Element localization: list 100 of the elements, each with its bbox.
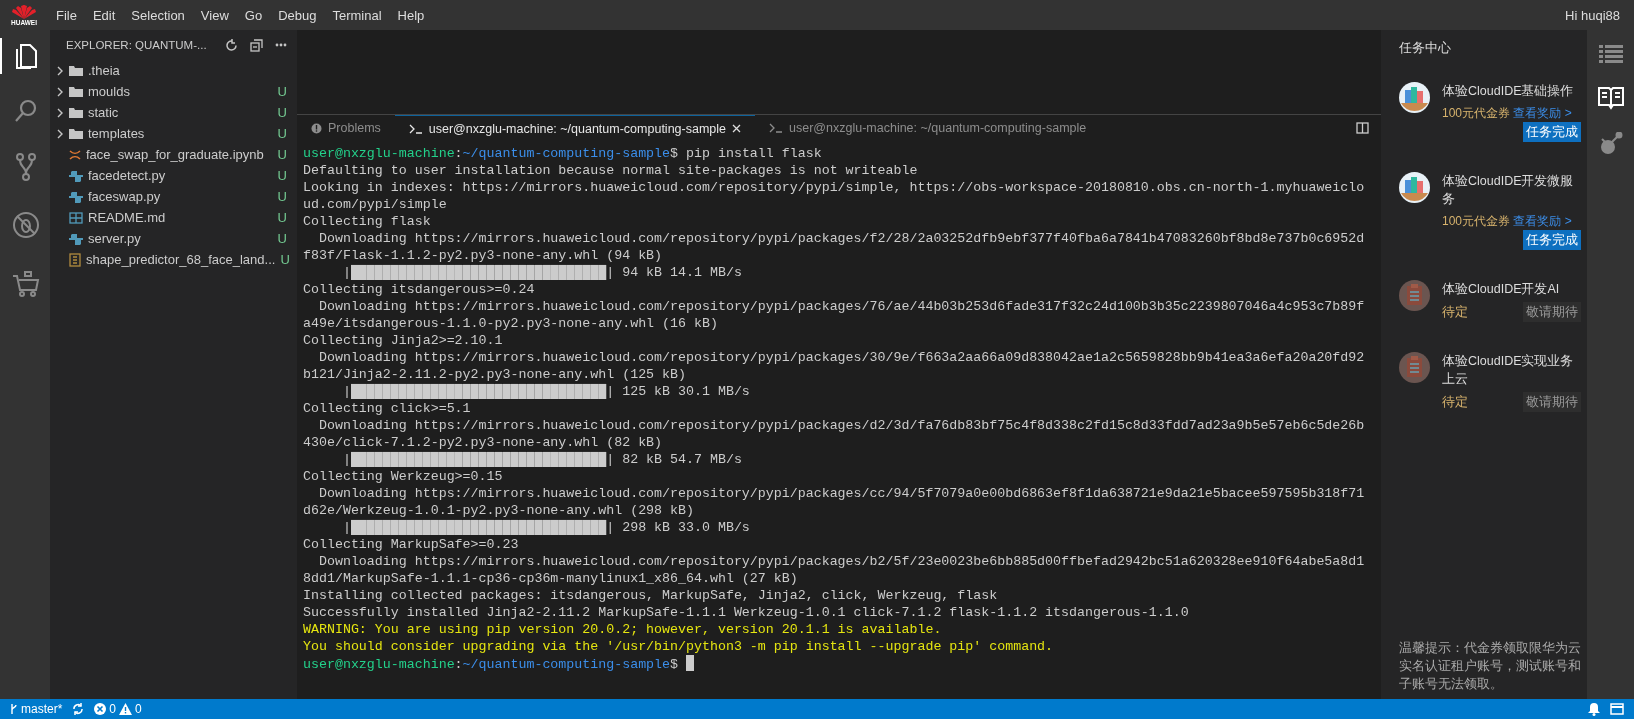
close-icon[interactable]: [732, 124, 741, 133]
terminal-line: Collecting MarkupSafe>=0.23: [303, 536, 520, 553]
view-reward-link[interactable]: 查看奖励 >: [1513, 214, 1572, 228]
terminal-line: f83f/Flask-1.1.2-py2.py3-none-any.whl (94 kB): [303, 247, 664, 264]
menu-item[interactable]: Edit: [84, 7, 124, 23]
terminal-line: Looking in indexes: https://mirrors.huaweicloud.com/repository/pypi/simple, https://obs-workspace-20180810.obs.cn-north-1.myhuaweiclo: [303, 179, 1366, 196]
menu-item[interactable]: Selection: [123, 7, 193, 23]
view-reward-link[interactable]: 查看奖励 >: [1513, 106, 1572, 120]
refresh-icon[interactable]: [225, 38, 238, 52]
tree-item[interactable]: README.md U: [50, 207, 297, 228]
panel-tab[interactable]: Problems: [297, 115, 395, 141]
folder-icon: [69, 65, 83, 76]
split-icon[interactable]: [1356, 122, 1369, 134]
terminal-icon: [769, 123, 783, 133]
task-title: 体验CloudIDE开发微服务: [1442, 173, 1575, 208]
terminal-line: user@nxzglu-machine:~/quantum-computing-sample$: [303, 655, 1375, 672]
reward-text: 100元代金券: [1442, 106, 1511, 120]
tree-item[interactable]: facedetect.py U: [50, 165, 297, 186]
notebook-icon: [69, 147, 81, 162]
terminal-line: user@nxzglu-machine:~/quantum-computing-sample$ pip install flask: [303, 145, 823, 162]
terminal-line: |████████████████████████████████| 298 kB 33.0 MB/s: [341, 519, 751, 536]
branch-status[interactable]: master*: [10, 702, 63, 716]
terminal-line: ud.com/pypi/simple: [303, 196, 448, 213]
status-text: 待定: [1442, 394, 1468, 411]
terminal-line: Downloading https://mirrors.huaweicloud.com/repository/pypi/packages/b2/5f/23e0023be6bb885d00ffbefad2942bc51a620328ee910f64abe5a8d1: [317, 553, 1366, 570]
bell-icon[interactable]: [1588, 702, 1600, 716]
tree-item[interactable]: face_swap_for_graduate.ipynb U: [50, 144, 297, 165]
menu-item[interactable]: Terminal: [324, 7, 390, 23]
terminal-line: Downloading https://mirrors.huaweicloud.com/repository/pypi/packages/cc/94/5f7079a0e00bd6863ef8f1da638721e9da21e5bacee597595b318f71: [317, 485, 1366, 502]
task-title: 体验CloudIDE开发AI: [1442, 281, 1561, 298]
tree-item[interactable]: faceswap.py U: [50, 186, 297, 207]
tree-item[interactable]: templates U: [50, 123, 297, 144]
python-icon: [69, 231, 83, 246]
terminal-line: Collecting Werkzeug>=0.15: [303, 468, 504, 485]
terminal-line: Defaulting to user installation because normal site-packages is not writeable: [303, 162, 919, 179]
task-title: 体验CloudIDE实现业务上云: [1442, 353, 1575, 388]
terminal-line: Downloading https://mirrors.huaweicloud.com/repository/pypi/packages/76/ae/44b03b253d6fade317f32c24d100b3b35c2239807046a4c953c7b89f: [317, 298, 1366, 315]
task-complete-badge: 任务完成: [1523, 122, 1581, 142]
nodes-icon[interactable]: [1598, 132, 1623, 156]
tree-item[interactable]: .theia: [50, 60, 297, 81]
terminal-line: You should consider upgrading via the '/usr/bin/python3 -m pip install --upgrade pip' command.: [303, 638, 1055, 655]
coming-soon-badge: 敬请期待: [1523, 392, 1581, 412]
panel-tab[interactable]: user@nxzglu-machine: ~/quantum-computing-sample: [755, 115, 1101, 141]
python-icon: [69, 189, 83, 204]
file-icon: [69, 252, 81, 267]
problems-status[interactable]: 0 0: [94, 702, 142, 716]
terminal-line: Downloading https://mirrors.huaweicloud.com/repository/pypi/packages/d2/3d/fa76db83bf75c4f8d338c2fd15c8d33fdd7ad23a9b5e57eb6c5de26b: [317, 417, 1366, 434]
terminal-line: Collecting flask: [303, 213, 432, 230]
branch-icon: [10, 703, 18, 715]
warning-icon: [119, 703, 133, 715]
sync-icon[interactable]: [72, 703, 85, 715]
terminal-line: Successfully installed Jinja2-2.11.2 MarkupSafe-1.1.1 Werkzeug-1.0.1 click-7.1.2 flask-1.1.2 itsdangerous-1.1.0: [303, 604, 1190, 621]
folder-icon: [69, 86, 83, 97]
more-icon[interactable]: [275, 43, 287, 47]
menu-item[interactable]: Help: [389, 7, 433, 23]
terminal-line: WARNING: You are using pip version 20.0.2; however, version 20.1.1 is available.: [303, 621, 943, 638]
source-control-icon[interactable]: [14, 152, 38, 182]
status-text: 待定: [1442, 304, 1468, 321]
extensions-icon[interactable]: [11, 268, 41, 298]
tree-item[interactable]: static U: [50, 102, 297, 123]
collapse-icon[interactable]: [250, 38, 263, 52]
menu-item[interactable]: Debug: [270, 7, 325, 23]
tree-item[interactable]: moulds U: [50, 81, 297, 102]
menu-item[interactable]: File: [48, 7, 85, 23]
book-icon[interactable]: [1597, 86, 1624, 110]
clipboard-icon: [1399, 280, 1430, 311]
folder-icon: [69, 107, 83, 118]
terminal-line: d62e/Werkzeug-1.0.1-py2.py3-none-any.whl (298 kB): [303, 502, 695, 519]
explorer-title: EXPLORER: QUANTUM-...: [66, 39, 208, 51]
menu-item[interactable]: View: [192, 7, 237, 23]
list-icon[interactable]: [1598, 44, 1623, 64]
terminal-line: Downloading https://mirrors.huaweicloud.com/repository/pypi/packages/f2/28/2a03252dfb9ebf377f40fba6a7841b47083260bf8bd8e737b0c6952d: [317, 230, 1366, 247]
python-icon: [69, 168, 83, 183]
search-icon[interactable]: [13, 98, 39, 124]
menu-item[interactable]: Go: [236, 7, 271, 23]
window-icon[interactable]: [1610, 703, 1624, 715]
tree-item[interactable]: shape_predictor_68_face_land... U: [50, 249, 297, 270]
books-icon: [1399, 172, 1430, 203]
terminal-line: Collecting Jinja2>=2.10.1: [303, 332, 504, 349]
chevron-icon: [56, 128, 64, 139]
terminal-line: 8dd1/MarkupSafe-1.1.1-cp36-cp36m-manylinux1_x86_64.whl (27 kB): [303, 570, 799, 587]
terminal-line: |████████████████████████████████| 125 kB 30.1 MB/s: [341, 383, 751, 400]
terminal-line: b121/Jinja2-2.11.2-py2.py3-none-any.whl (125 kB): [303, 366, 687, 383]
tip-text: 温馨提示：代金券领取限华为云实名认证租户账号，测试账号和子账号无法领取。: [1399, 640, 1581, 693]
files-icon[interactable]: [13, 42, 39, 70]
clipboard-icon: [1399, 352, 1430, 383]
chevron-icon: [56, 107, 64, 118]
logo-icon: [12, 4, 36, 19]
terminal-line: Installing collected packages: itsdangerous, MarkupSafe, Jinja2, click, Werkzeug, flask: [303, 587, 999, 604]
terminal-line: Collecting click>=5.1: [303, 400, 472, 417]
terminal-line: Collecting itsdangerous>=0.24: [303, 281, 536, 298]
user-greeting[interactable]: Hi huqi88: [1565, 7, 1634, 23]
debug-icon[interactable]: [11, 210, 41, 240]
folder-icon: [69, 128, 83, 139]
reward-text: 100元代金券: [1442, 214, 1511, 228]
books-icon: [1399, 82, 1430, 113]
terminal-icon: [408, 123, 423, 134]
tree-item[interactable]: server.py U: [50, 228, 297, 249]
chevron-icon: [56, 86, 64, 97]
markdown-icon: [69, 211, 83, 224]
